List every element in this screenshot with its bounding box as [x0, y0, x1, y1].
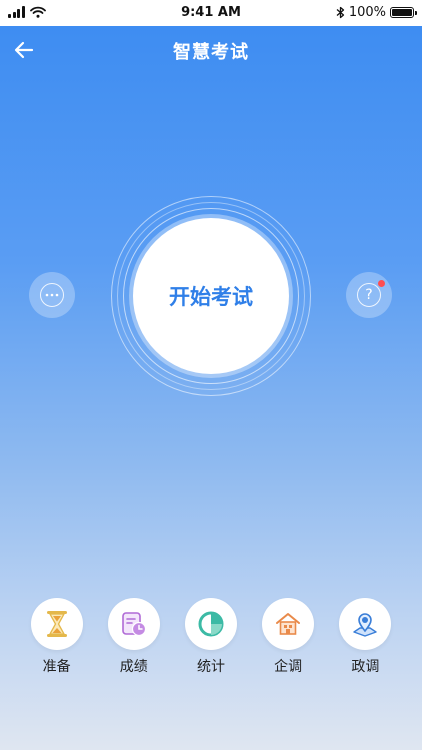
page-title: 智慧考试: [173, 42, 249, 63]
battery-percent: 100%: [348, 5, 386, 20]
menu-label-prepare: 准备: [42, 659, 71, 675]
pie-chart-icon: [184, 598, 237, 650]
start-exam-button[interactable]: 开始考试: [133, 218, 289, 374]
question-icon: ?: [357, 283, 381, 307]
chat-bubble-icon: [40, 283, 64, 307]
menu-label-government-survey: 政调: [351, 659, 380, 675]
bluetooth-icon: [336, 6, 344, 19]
hourglass-icon: [30, 598, 83, 650]
menu-item-prepare[interactable]: 准备: [25, 598, 89, 676]
start-exam-area: 开始考试: [111, 196, 311, 396]
help-button[interactable]: ?: [346, 272, 392, 318]
menu-item-scores[interactable]: 成绩: [102, 598, 166, 676]
menu-item-enterprise-survey[interactable]: 企调: [256, 598, 320, 676]
start-exam-label: 开始考试: [169, 285, 253, 309]
status-right: 100%: [336, 5, 417, 20]
menu-label-enterprise-survey: 企调: [274, 659, 303, 675]
battery-icon: [390, 7, 417, 18]
nav-bar: 智慧考试: [0, 26, 422, 74]
notification-dot: [378, 280, 385, 287]
bottom-menu: 准备 成绩 统计 企调 政调: [0, 598, 422, 676]
house-icon: [262, 598, 315, 650]
status-bar: 9:41 AM 100%: [0, 0, 422, 26]
menu-item-government-survey[interactable]: 政调: [333, 598, 397, 676]
menu-label-scores: 成绩: [119, 659, 148, 675]
chat-button[interactable]: [29, 272, 75, 318]
menu-item-statistics[interactable]: 统计: [179, 598, 243, 676]
menu-label-statistics: 统计: [196, 659, 225, 675]
calendar-clock-icon: [107, 598, 160, 650]
location-badge-icon: [339, 598, 392, 650]
